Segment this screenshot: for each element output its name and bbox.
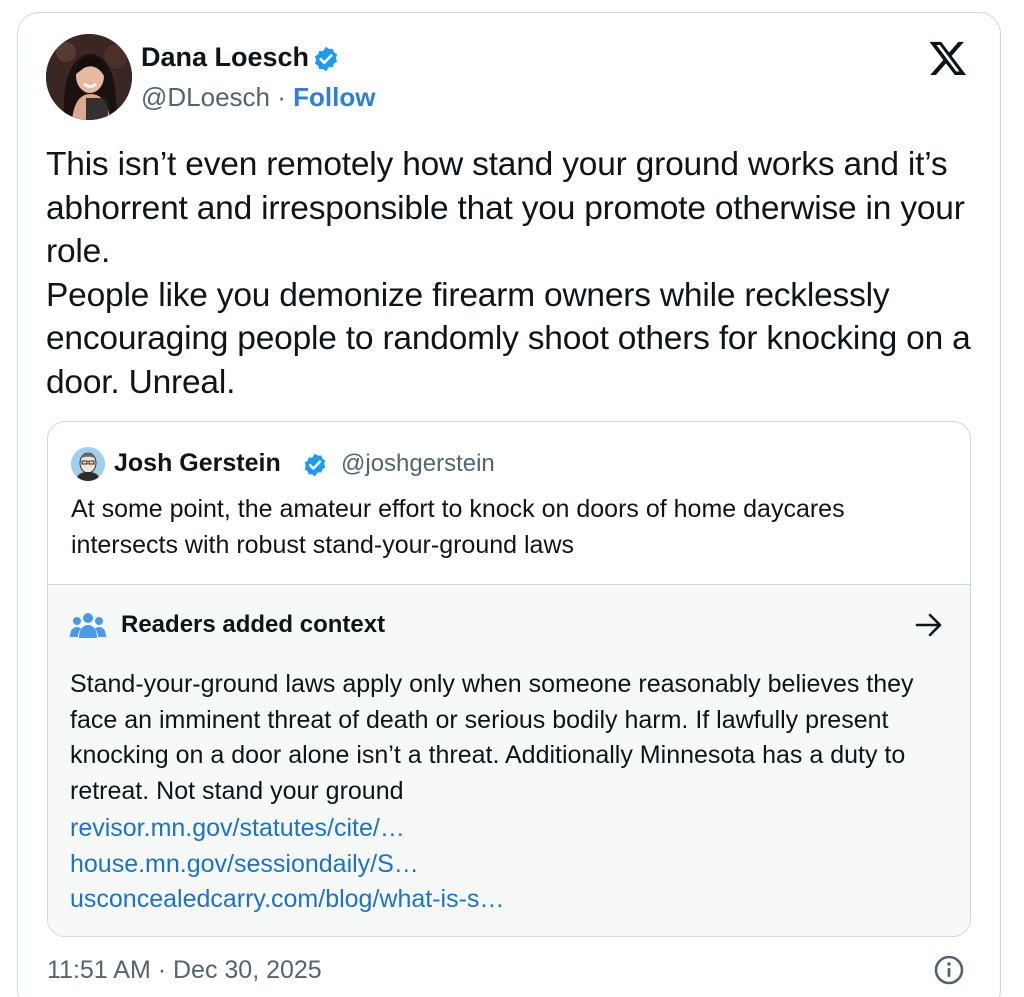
quoted-author-avatar[interactable]	[71, 447, 105, 481]
quoted-tweet-text: At some point, the amateur effort to kno…	[71, 495, 845, 559]
community-note-title: Readers added context	[121, 611, 386, 638]
tweet-text-paragraph: People like you demonize firearm owners …	[46, 276, 980, 401]
source-link[interactable]: revisor.mn.gov/statutes/cite/…	[70, 811, 950, 847]
arrow-right-icon[interactable]	[914, 612, 944, 638]
author-handle-line: @DLoesch · Follow	[141, 82, 375, 113]
tweet-text-paragraph: This isn’t even remotely how stand your …	[46, 146, 974, 270]
verified-badge-icon	[302, 452, 328, 478]
follow-button[interactable]: Follow	[293, 82, 375, 112]
verified-badge-icon	[312, 45, 340, 73]
community-note[interactable]: Readers added context Stand-your-ground …	[48, 584, 970, 936]
source-link[interactable]: usconcealedcarry.com/blog/what-is-s…	[70, 882, 950, 918]
quoted-author-handle: @joshgerstein	[341, 450, 495, 477]
author-handle[interactable]: @DLoesch	[141, 82, 270, 112]
community-note-links: revisor.mn.gov/statutes/cite/… house.mn.…	[70, 811, 950, 918]
author-avatar[interactable]	[46, 34, 132, 120]
tweet-timestamp[interactable]: 11:51 AM · Dec 30, 2025	[47, 956, 322, 985]
community-note-body: Stand-your-ground laws apply only when s…	[70, 670, 914, 805]
quoted-tweet[interactable]: Josh Gerstein @joshgerstein At some poin…	[47, 421, 971, 937]
quoted-author-name: Josh Gerstein	[114, 449, 281, 477]
x-logo-icon[interactable]	[928, 38, 968, 78]
handle-separator: ·	[270, 82, 294, 112]
author-name[interactable]: Dana Loesch	[141, 42, 309, 73]
info-icon[interactable]	[933, 954, 965, 986]
source-link[interactable]: house.mn.gov/sessiondaily/S…	[70, 847, 950, 883]
people-group-icon	[70, 610, 106, 640]
tweet-text: This isn’t even remotely how stand your …	[46, 143, 986, 404]
